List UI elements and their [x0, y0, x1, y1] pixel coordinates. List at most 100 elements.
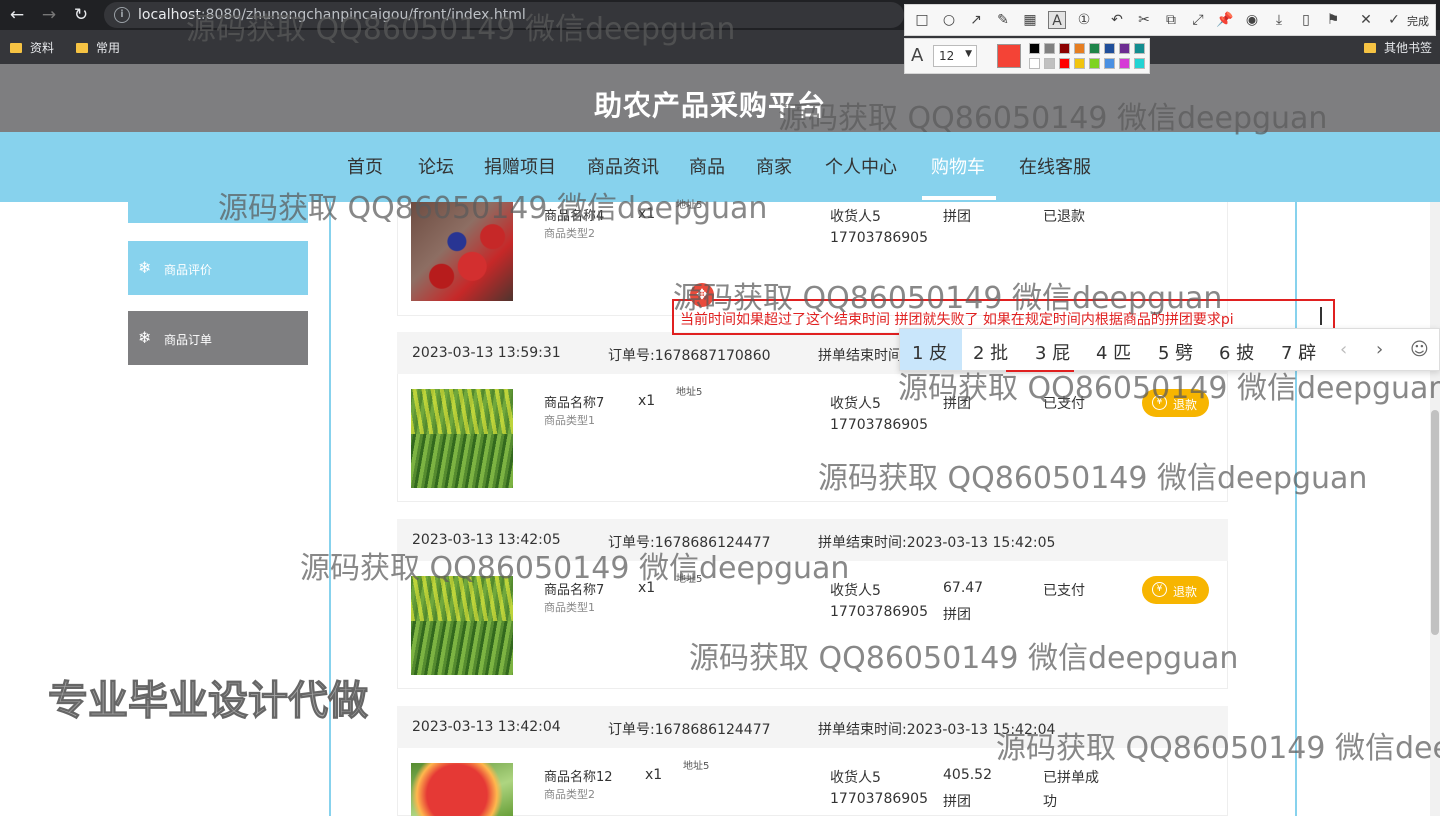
watermark: 源码获取 QQ86050149 微信dee — [996, 731, 1440, 766]
site-info-icon[interactable]: i — [114, 7, 130, 23]
phone: 17703786905 — [830, 604, 928, 620]
scroll-capture-icon[interactable]: ⤢ — [1189, 11, 1207, 29]
snowflake-icon: ❄ — [138, 258, 152, 277]
text-tool-icon[interactable]: A — [1048, 11, 1066, 29]
chevron-left-icon[interactable]: ‹ — [1340, 339, 1347, 360]
active-nav-indicator — [922, 196, 996, 200]
pin-icon[interactable]: 📌 — [1216, 11, 1234, 29]
text-style-panel: A 12 ▼ — [904, 38, 1150, 74]
close-icon[interactable]: ✕ — [1357, 11, 1375, 29]
color-swatch[interactable] — [1029, 43, 1040, 54]
order-price: 67.47 — [943, 580, 984, 596]
done-button[interactable]: 完成 — [1407, 13, 1429, 29]
crop-icon[interactable]: ✂ — [1135, 11, 1153, 29]
sidebar-item-reviews[interactable]: ❄ 商品评价 — [128, 241, 308, 295]
color-swatch[interactable] — [1089, 43, 1100, 54]
order-type: 拼团 — [943, 794, 971, 810]
nav-news[interactable]: 商品资讯 — [587, 153, 659, 179]
sidebar-item-orders[interactable]: ❄ 商品订单 — [128, 311, 308, 365]
number-tool-icon[interactable]: ① — [1075, 11, 1093, 29]
current-color-swatch[interactable] — [997, 44, 1021, 68]
color-swatch[interactable] — [1119, 58, 1130, 69]
bookmark-icon[interactable]: ⚑ — [1324, 11, 1342, 29]
color-swatch[interactable] — [1104, 43, 1115, 54]
color-swatch[interactable] — [1074, 43, 1085, 54]
product-type: 商品类型2 — [544, 788, 595, 801]
quantity: x1 — [645, 767, 663, 783]
color-swatch[interactable] — [1059, 58, 1070, 69]
scrollbar-thumb[interactable] — [1431, 410, 1439, 635]
nav-donation[interactable]: 捐赠项目 — [484, 153, 556, 179]
arrow-tool-icon[interactable]: ↗ — [967, 11, 985, 29]
bookmark-folder[interactable]: 资料 — [10, 39, 54, 56]
product-type: 商品类型2 — [544, 227, 595, 240]
bookmark-folder[interactable]: 常用 — [76, 39, 120, 56]
nav-cart[interactable]: 购物车 — [931, 153, 985, 179]
ime-candidate[interactable]: 3 屁 — [1035, 339, 1070, 365]
other-bookmarks[interactable]: 其他书签 — [1364, 39, 1432, 56]
color-swatch[interactable] — [1119, 43, 1130, 54]
watermark: 源码获取 QQ86050149 微信deepguan — [673, 281, 1223, 316]
order-status: 已支付 — [1043, 583, 1085, 599]
record-icon[interactable]: ◉ — [1243, 11, 1261, 29]
font-size-select[interactable]: 12 ▼ — [933, 45, 977, 67]
watermark: 源码获取 QQ86050149 微信deepguan — [186, 12, 736, 47]
ocr-icon[interactable]: ⧉ — [1162, 11, 1180, 29]
color-swatch[interactable] — [1104, 58, 1115, 69]
ime-candidate[interactable]: 7 辟 — [1281, 339, 1316, 365]
color-swatch[interactable] — [1134, 58, 1145, 69]
group-end-time: 拼单结束时间 — [818, 348, 902, 364]
receiver: 收货人5 — [830, 209, 881, 225]
nav-merchants[interactable]: 商家 — [756, 153, 792, 179]
rectangle-tool-icon[interactable]: □ — [913, 11, 931, 29]
reload-icon[interactable]: ↻ — [70, 4, 92, 26]
refund-button[interactable]: ¥ 退款 — [1142, 576, 1209, 604]
ime-candidate[interactable]: 5 劈 — [1158, 339, 1193, 365]
nav-forum[interactable]: 论坛 — [418, 153, 454, 179]
watermark: 源码获取 QQ86050149 微信deepguan — [818, 461, 1368, 496]
receiver: 收货人5 — [830, 396, 881, 412]
forward-icon[interactable]: → — [38, 4, 60, 26]
order-status-cont: 功 — [1043, 794, 1057, 810]
phone: 17703786905 — [830, 417, 928, 433]
check-icon[interactable]: ✓ — [1385, 11, 1403, 29]
pen-tool-icon[interactable]: ✎ — [994, 11, 1012, 29]
watermark-big: 专业毕业设计代做 — [48, 678, 369, 725]
address: 地址5 — [676, 387, 703, 398]
color-swatch[interactable] — [1134, 43, 1145, 54]
ime-candidate[interactable]: 4 匹 — [1096, 339, 1131, 365]
ime-candidate[interactable]: 6 披 — [1219, 339, 1254, 365]
order-type: 拼团 — [943, 209, 971, 225]
color-swatch[interactable] — [1029, 58, 1040, 69]
group-end-time: 拼单结束时间:2023-03-13 15:42:05 — [818, 535, 1056, 551]
nav-home[interactable]: 首页 — [347, 153, 383, 179]
nav-service[interactable]: 在线客服 — [1019, 153, 1091, 179]
nav-profile[interactable]: 个人中心 — [825, 153, 897, 179]
product-name: 商品名称12 — [544, 770, 613, 785]
color-swatch[interactable] — [1089, 58, 1100, 69]
chevron-right-icon[interactable]: › — [1376, 339, 1383, 360]
product-type: 商品类型1 — [544, 414, 595, 427]
ellipse-tool-icon[interactable]: ○ — [940, 11, 958, 29]
phone-icon[interactable]: ▯ — [1297, 11, 1315, 29]
watermark: 源码获取 QQ86050149 微信deepguan — [898, 371, 1440, 406]
color-swatch[interactable] — [1044, 58, 1055, 69]
undo-icon[interactable]: ↶ — [1108, 11, 1126, 29]
folder-icon — [10, 43, 22, 53]
ime-candidate[interactable]: 2 批 — [973, 339, 1008, 365]
order-price: 405.52 — [943, 767, 992, 783]
quantity: x1 — [638, 393, 656, 409]
product-type: 商品类型1 — [544, 601, 595, 614]
mosaic-tool-icon[interactable]: ▦ — [1021, 11, 1039, 29]
product-image — [411, 389, 513, 488]
watermark: 源码获取 QQ86050149 微信deepguan — [689, 641, 1239, 676]
color-swatch[interactable] — [1074, 58, 1085, 69]
color-swatch[interactable] — [1044, 43, 1055, 54]
back-icon[interactable]: ← — [6, 4, 28, 26]
color-swatch[interactable] — [1059, 43, 1070, 54]
emoji-icon[interactable]: ☺ — [1410, 339, 1429, 360]
nav-products[interactable]: 商品 — [689, 153, 725, 179]
download-icon[interactable]: ⤓ — [1270, 11, 1288, 29]
product-image — [411, 763, 513, 816]
phone: 17703786905 — [830, 230, 928, 246]
